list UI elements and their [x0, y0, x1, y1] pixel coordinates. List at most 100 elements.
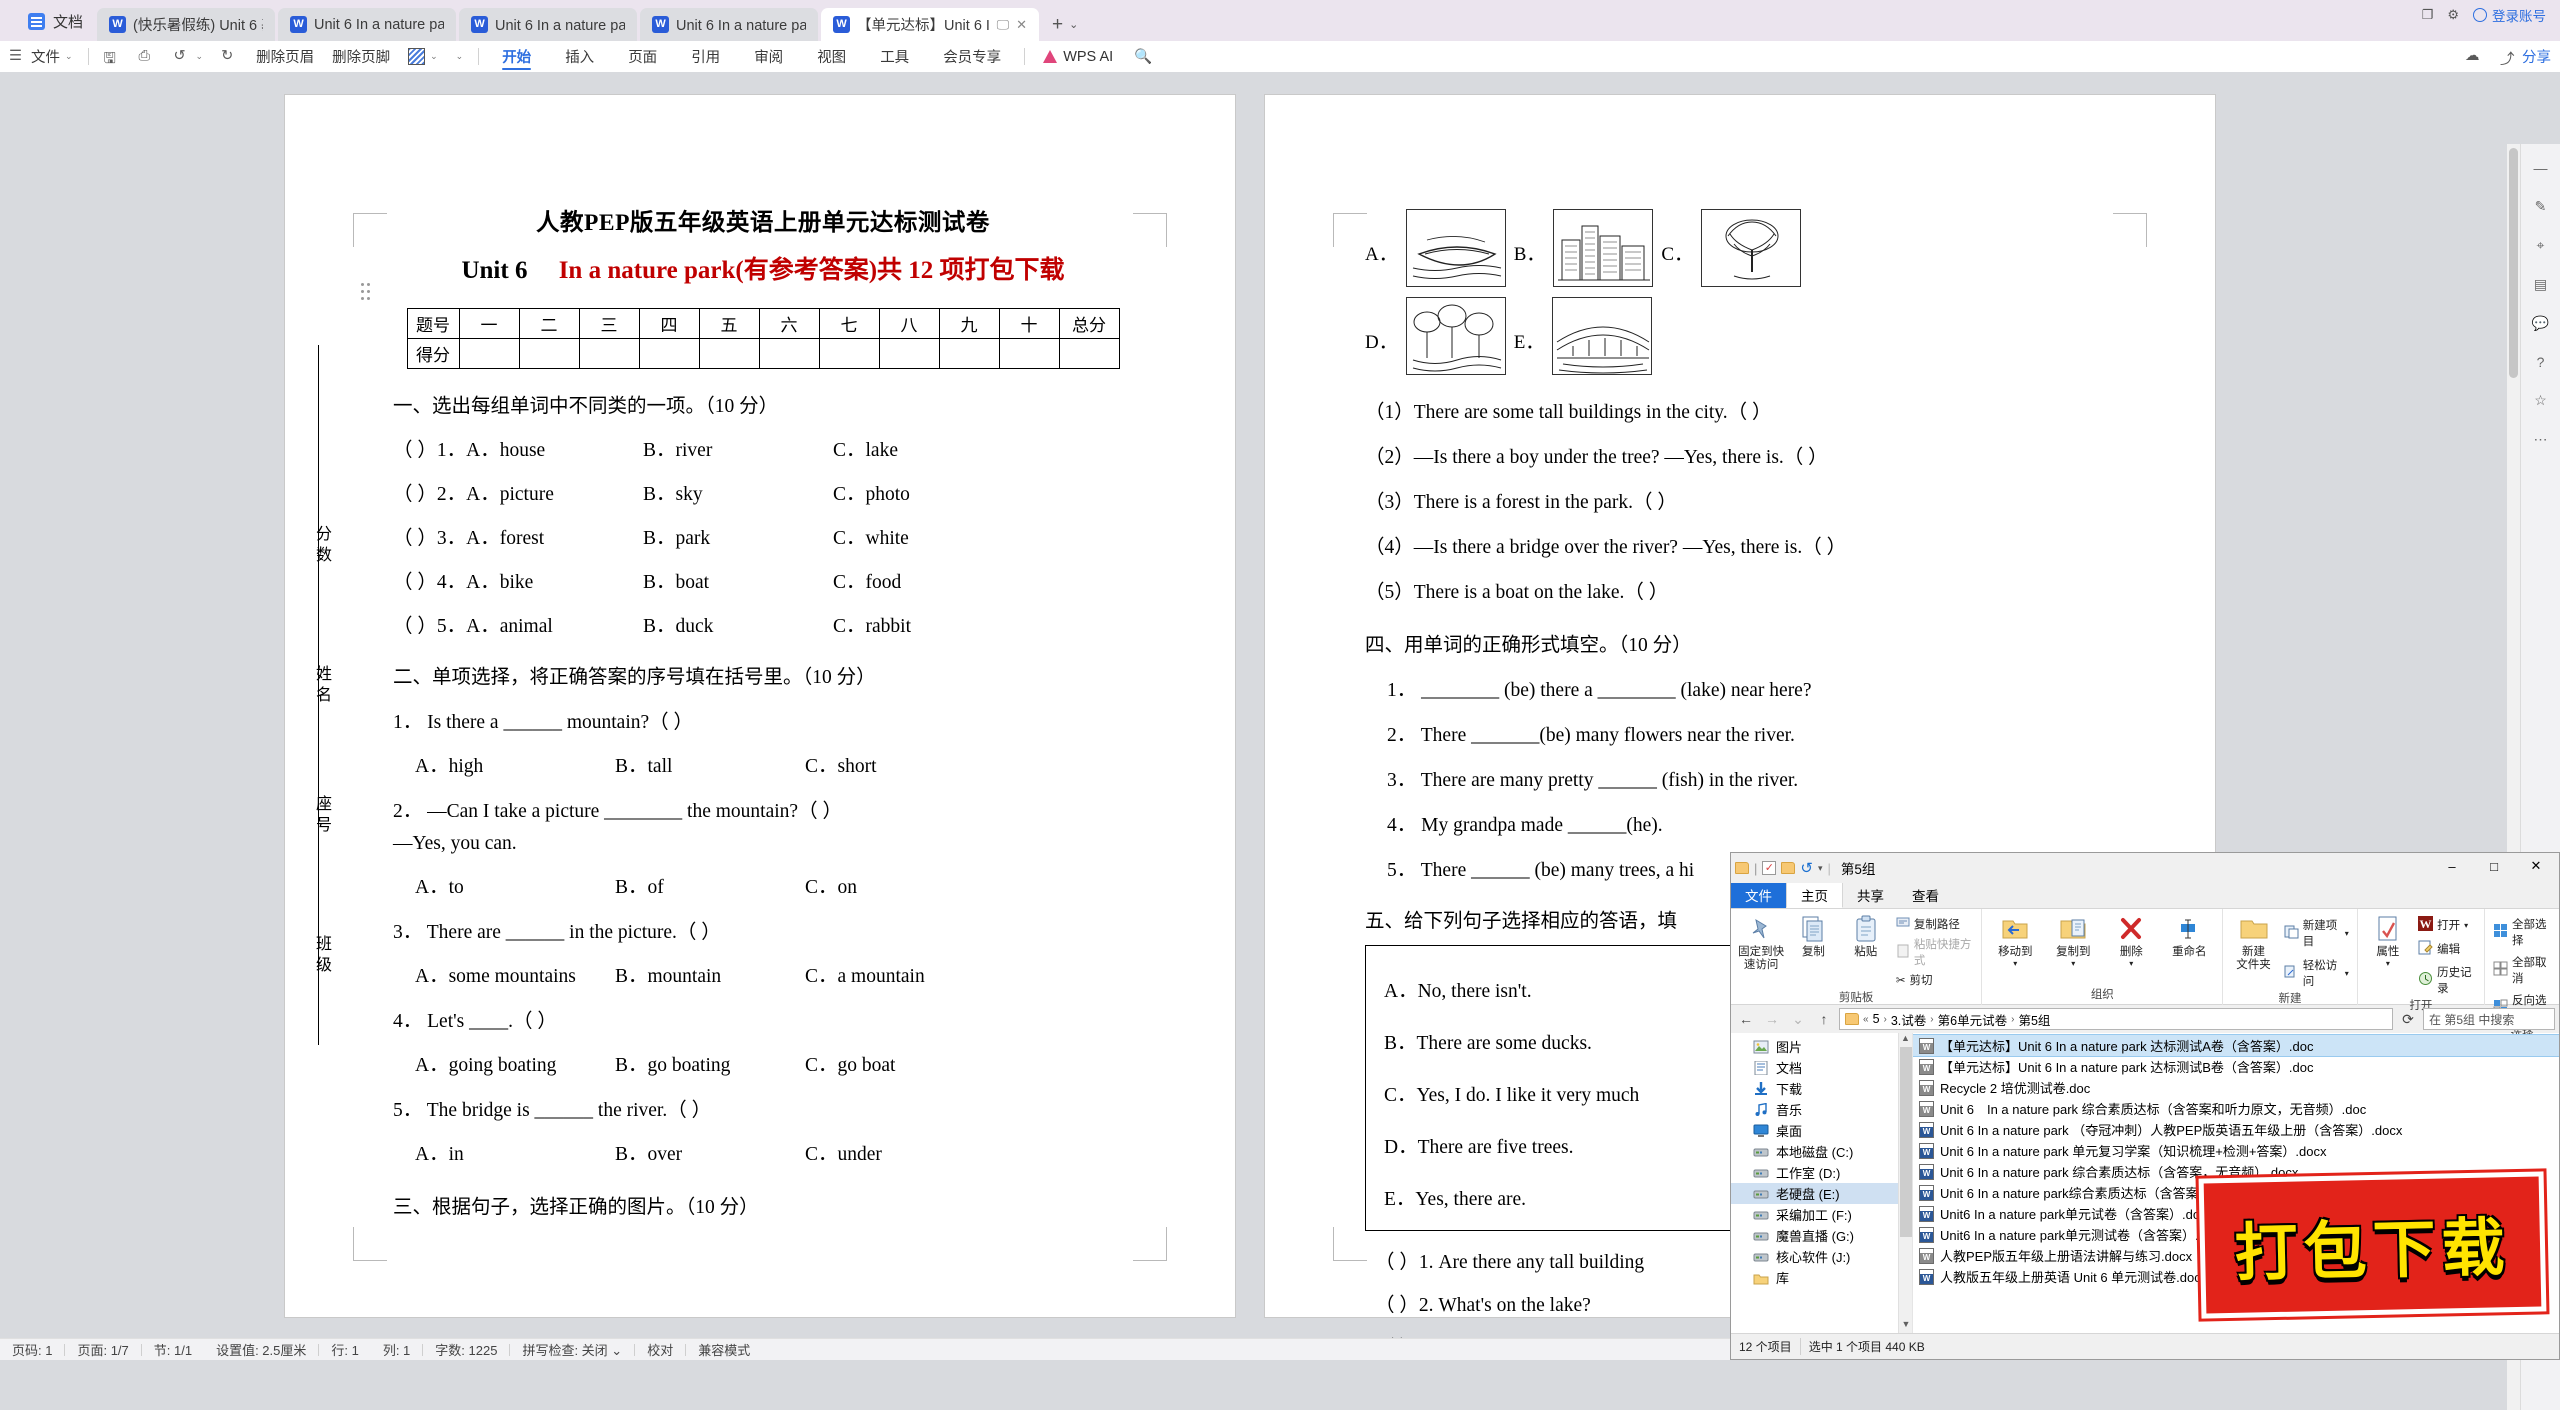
undo-button[interactable]: ↺ ⌄	[165, 41, 213, 72]
star-icon[interactable]: ☆	[2534, 392, 2547, 409]
chevron-down-icon[interactable]: ▾	[2345, 929, 2349, 938]
file-list-item[interactable]: Unit 6 In a nature park 综合素质达标（含答案和听力原文，…	[1913, 1098, 2559, 1119]
chevron-down-icon[interactable]: ▾	[2345, 969, 2349, 978]
overflow-chevron-icon[interactable]: «	[1863, 1014, 1869, 1025]
sidebar-item-3[interactable]: 音乐	[1731, 1099, 1898, 1120]
select-none-button[interactable]: 全部取消	[2491, 953, 2553, 987]
rename-button[interactable]: 重命名	[2162, 912, 2216, 959]
help-icon[interactable]: ?	[2537, 354, 2545, 370]
minus-icon[interactable]: —	[2534, 160, 2548, 176]
more-icon[interactable]: ⋯	[2534, 431, 2548, 448]
sidebar-item-11[interactable]: 库	[1731, 1267, 1898, 1288]
cast-icon[interactable]: 🖵	[997, 17, 1010, 33]
minimize-button[interactable]: –	[2431, 853, 2473, 879]
delete-header-button[interactable]: 删除页眉	[247, 41, 323, 72]
refresh-button[interactable]: ⟳	[2397, 1008, 2419, 1030]
redo-button[interactable]: ↻	[212, 41, 247, 72]
explorer-title-bar[interactable]: | ✓ ↺ ▾ | 第5组 – □ ✕	[1731, 853, 2559, 883]
cut-button[interactable]: ✂ 剪切	[1894, 971, 1975, 989]
delete-button[interactable]: 删除 ▾	[2104, 912, 2158, 968]
properties-button[interactable]: 属性 ▾	[2364, 912, 2412, 968]
scroll-down-icon[interactable]: ▼	[1899, 1319, 1913, 1333]
chevron-down-icon[interactable]: ▾	[2464, 921, 2468, 930]
new-folder-button[interactable]: 新建 文件夹	[2229, 912, 2277, 972]
scroll-up-icon[interactable]: ▲	[1899, 1033, 1912, 1047]
save-button[interactable]: 🖫	[95, 41, 130, 72]
layers-icon[interactable]: ▤	[2534, 276, 2547, 293]
sidebar-item-5[interactable]: 本地磁盘 (C:)	[1731, 1141, 1898, 1162]
ribbon-tab-2[interactable]: 页面	[611, 41, 674, 72]
properties-icon[interactable]: ✓	[1762, 861, 1777, 875]
ribbon-tab-6[interactable]: 工具	[863, 41, 926, 72]
breadcrumb-item-3[interactable]: 第5组	[2018, 1010, 2050, 1029]
collaborate-icon-button[interactable]: ☁	[2456, 41, 2491, 72]
chevron-down-icon[interactable]: ⌄	[1069, 18, 1078, 31]
paste-button[interactable]: 粘贴	[1842, 912, 1890, 959]
file-list-item[interactable]: Recycle 2 培优测试卷.doc	[1913, 1077, 2559, 1098]
status-proofread[interactable]: 校对	[635, 1340, 685, 1359]
edit-button[interactable]: 编辑	[2416, 939, 2478, 959]
cursor-icon[interactable]: ⌖	[2537, 237, 2545, 254]
new-folder-icon[interactable]	[1781, 862, 1796, 874]
scrollbar-thumb[interactable]	[1900, 1047, 1912, 1237]
ribbon-tab-3[interactable]: 引用	[674, 41, 737, 72]
search-input[interactable]: 在 第5组 中搜索	[2423, 1008, 2555, 1030]
sidebar-item-10[interactable]: 核心软件 (J:)	[1731, 1246, 1898, 1267]
sidebar-item-6[interactable]: 工作室 (D:)	[1731, 1162, 1898, 1183]
file-list-item[interactable]: 【单元达标】Unit 6 In a nature park 达标测试A卷（含答案…	[1913, 1034, 2559, 1057]
sidebar-item-7[interactable]: 老硬盘 (E:)	[1731, 1183, 1898, 1204]
scrollbar-thumb[interactable]	[2509, 148, 2518, 378]
status-spellcheck[interactable]: 拼写检查: 关闭 ⌄	[510, 1340, 634, 1359]
open-with-button[interactable]: W 打开 ▾	[2416, 915, 2478, 935]
explorer-tab-3[interactable]: 查看	[1898, 882, 1953, 908]
sidebar-item-1[interactable]: 文档	[1731, 1057, 1898, 1078]
ribbon-tab-0[interactable]: 开始	[485, 41, 548, 72]
back-button[interactable]: ←	[1735, 1008, 1757, 1030]
highlight-button[interactable]: ⌄	[399, 41, 447, 72]
sidebar-item-4[interactable]: 桌面	[1731, 1120, 1898, 1141]
file-list-item[interactable]: Unit 6 In a nature park 单元复习学案（知识梳理+检测+答…	[1913, 1140, 2559, 1161]
pencil-icon[interactable]: ✎	[2535, 198, 2547, 215]
chevron-down-icon[interactable]: ▾	[2071, 959, 2075, 968]
chevron-down-icon[interactable]: ⌄	[430, 51, 438, 62]
explorer-tab-1[interactable]: 主页	[1786, 882, 1843, 908]
login-button[interactable]: 登录账号	[2473, 5, 2546, 25]
document-tab-3[interactable]: W Unit 6 In a nature park Part A 同步	[640, 8, 819, 41]
new-item-button[interactable]: 新建项目 ▾	[2282, 916, 2351, 950]
sidebar-item-9[interactable]: 魔兽直播 (G:)	[1731, 1225, 1898, 1246]
sidebar-item-8[interactable]: 采编加工 (F:)	[1731, 1204, 1898, 1225]
chevron-down-icon[interactable]: ▾	[1818, 863, 1823, 874]
folder-icon[interactable]	[1735, 862, 1749, 874]
history-button[interactable]: 历史记录	[2416, 963, 2478, 997]
drag-handle[interactable]	[361, 283, 371, 305]
explorer-tab-2[interactable]: 共享	[1843, 882, 1898, 908]
new-tab-button[interactable]: + ⌄	[1042, 8, 1088, 41]
sidebar-item-0[interactable]: 图片	[1731, 1036, 1898, 1057]
close-button[interactable]: ✕	[2515, 853, 2557, 879]
pin-to-quick-access-button[interactable]: 固定到快 速访问	[1737, 912, 1785, 972]
comment-icon[interactable]: 💬	[2532, 315, 2549, 332]
breadcrumb-item-2[interactable]: 第6单元试卷	[1938, 1010, 2007, 1029]
address-bar[interactable]: « 5 › 3.试卷 › 第6单元试卷 › 第5组	[1839, 1008, 2393, 1030]
file-menu-button[interactable]: ☰ 文件 ⌄	[0, 41, 82, 72]
settings-icon[interactable]: ⚙	[2447, 7, 2459, 23]
undo-icon[interactable]: ↺	[1800, 859, 1813, 877]
recent-locations-button[interactable]: ⌄	[1787, 1008, 1809, 1030]
document-tab-0[interactable]: W (快乐暑假练) Unit 6 基础达标卷 小	[97, 8, 276, 41]
select-all-button[interactable]: 全部选择	[2491, 915, 2553, 949]
document-home-button[interactable]: 文档	[14, 5, 97, 37]
ribbon-tab-5[interactable]: 视图	[800, 41, 863, 72]
print-button[interactable]: ⎙	[130, 41, 165, 72]
restore-icon[interactable]: ❐	[2422, 7, 2434, 23]
document-tab-2[interactable]: W Unit 6 In a nature park 单元专项复	[459, 8, 638, 41]
document-tab-1[interactable]: W Unit 6 In a nature park Part A L	[278, 8, 457, 41]
breadcrumb-item-1[interactable]: 3.试卷	[1891, 1010, 1926, 1029]
chevron-down-icon[interactable]: ▾	[2013, 959, 2017, 968]
delete-footer-button[interactable]: 删除页脚	[323, 41, 399, 72]
ribbon-tab-7[interactable]: 会员专享	[926, 41, 1018, 72]
file-list-item[interactable]: Unit 6 In a nature park （夺冠冲刺）人教PEP版英语五年…	[1913, 1119, 2559, 1140]
document-page-1[interactable]: 人教PEP版五年级英语上册单元达标测试卷 Unit 6 In a nature …	[285, 95, 1235, 1317]
copy-button[interactable]: 复制	[1789, 912, 1837, 959]
share-button[interactable]: ⤴ 分享	[2491, 41, 2560, 72]
wps-ai-button[interactable]: WPS AI	[1031, 49, 1125, 65]
